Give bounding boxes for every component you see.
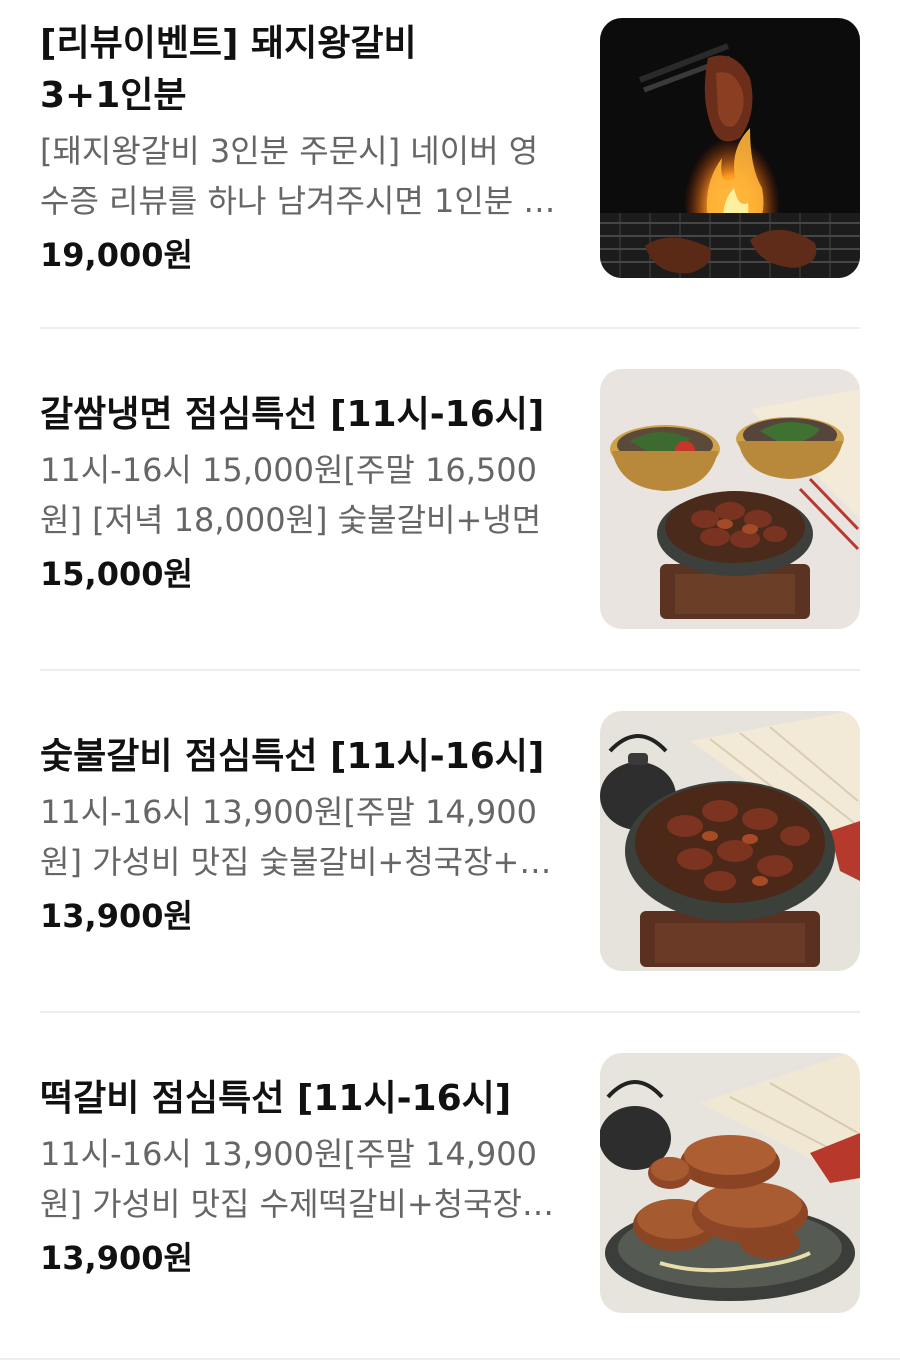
menu-item-price: 15,000원 [40, 555, 193, 593]
menu-item-text: 숯불갈비 점심특선 [11시-16시] 11시-16시 13,900원[주말 1… [40, 731, 560, 939]
menu-list: [리뷰이벤트] 돼지왕갈비 3+1인분 [돼지왕갈비 3인분 주문시] 네이버 … [0, 0, 900, 1365]
menu-item-photo[interactable] [600, 1053, 860, 1313]
cold-noodles-and-galbi-photo [600, 369, 860, 629]
menu-item-price: 13,900원 [40, 897, 193, 935]
menu-item-text: 갈쌈냉면 점심특선 [11시-16시] 11시-16시 15,000원[주말 1… [40, 389, 560, 597]
tteokgalbi-patties-photo [600, 1053, 860, 1313]
menu-item-4[interactable]: 떡갈비 점심특선 [11시-16시] 11시-16시 13,900원[주말 14… [40, 1053, 860, 1313]
menu-item-description: 11시-16시 15,000원[주말 16,500원] [저녁 18,000원]… [40, 451, 542, 539]
menu-item-price: 19,000원 [40, 236, 193, 274]
grilled-rib-flame-photo [600, 18, 860, 278]
menu-item-text: [리뷰이벤트] 돼지왕갈비 3+1인분 [돼지왕갈비 3인분 주문시] 네이버 … [40, 18, 560, 278]
menu-item-title: 숯불갈비 점심특선 [11시-16시] [40, 736, 545, 777]
menu-item-text: 떡갈비 점심특선 [11시-16시] 11시-16시 13,900원[주말 14… [40, 1073, 560, 1281]
menu-item-price: 13,900원 [40, 1239, 193, 1277]
menu-item-3[interactable]: 숯불갈비 점심특선 [11시-16시] 11시-16시 13,900원[주말 1… [40, 711, 860, 1013]
list-bottom-divider [0, 1358, 900, 1360]
menu-item-photo[interactable] [600, 18, 860, 278]
menu-item-2[interactable]: 갈쌈냉면 점심특선 [11시-16시] 11시-16시 15,000원[주말 1… [40, 369, 860, 671]
menu-item-photo[interactable] [600, 711, 860, 971]
menu-item-title: 갈쌈냉면 점심특선 [11시-16시] [40, 394, 545, 435]
menu-item-photo[interactable] [600, 369, 860, 629]
menu-item-description: 11시-16시 13,900원[주말 14,900원] 가성비 맛집 수제떡갈비… [40, 1135, 537, 1223]
menu-item-title: [리뷰이벤트] 돼지왕갈비 3+1인분 [40, 23, 417, 116]
menu-item-title: 떡갈비 점심특선 [11시-16시] [40, 1078, 512, 1119]
menu-item-description: 11시-16시 13,900원[주말 14,900원] 가성비 맛집 숯불갈비+… [40, 793, 549, 881]
menu-item-1[interactable]: [리뷰이벤트] 돼지왕갈비 3+1인분 [돼지왕갈비 3인분 주문시] 네이버 … [40, 18, 860, 329]
menu-item-description: [돼지왕갈비 3인분 주문시] 네이버 영수증 리뷰를 하나 남겨주시면 1인분… [40, 132, 553, 220]
charcoal-galbi-stone-plate-photo [600, 711, 860, 971]
